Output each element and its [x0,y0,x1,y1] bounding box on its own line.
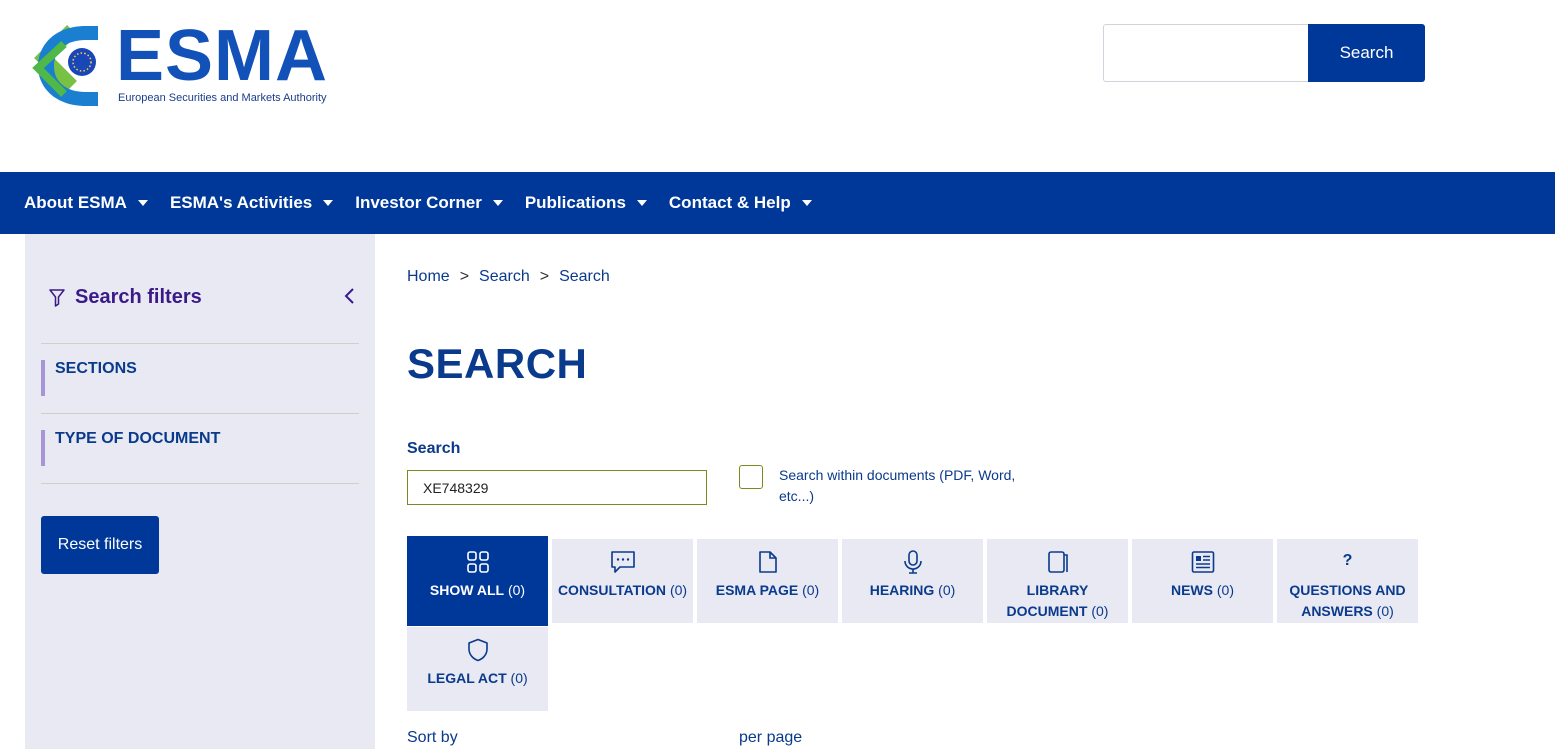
divider [41,483,359,484]
breadcrumb: Home > Search > Search [407,268,610,286]
tab-hearing[interactable]: HEARING (0) [842,539,983,623]
page-title: SEARCH [407,340,588,387]
tile-label: HEARING [869,582,935,598]
filter-section-label: TYPE OF DOCUMENT [55,430,221,447]
tile-count: (0) [1376,603,1394,619]
logo-wordmark: ESMA [116,16,329,96]
shield-icon [467,638,488,662]
tab-consultation[interactable]: CONSULTATION (0) [552,539,693,623]
tab-show-all[interactable]: SHOW ALL (0) [407,536,548,626]
site-header: ESMA European Securities and Markets Aut… [0,0,1555,172]
tile-label: SHOW ALL [429,582,505,598]
nav-item-esma-activities[interactable]: ESMA's Activities [169,193,334,213]
main-navigation: About ESMA ESMA's Activities Investor Co… [0,172,1555,234]
book-icon [1047,551,1068,573]
tile-count: (0) [1216,582,1234,598]
divider [41,343,359,344]
nav-item-label: Investor Corner [355,193,482,212]
microphone-icon [903,550,922,574]
question-icon: ? [1342,552,1353,569]
search-within-documents-checkbox[interactable] [739,465,763,489]
search-within-documents-label: Search within documents (PDF, Word, etc.… [779,467,1016,504]
filter-section-sections[interactable]: SECTIONS [41,360,359,396]
caret-down-icon [323,200,334,206]
grid-icon [466,551,489,573]
tab-esma-page[interactable]: ESMA PAGE (0) [697,539,838,623]
chevron-left-icon[interactable] [343,286,357,306]
sort-by-label: Sort by [407,729,458,746]
breadcrumb-search[interactable]: Search [479,268,530,286]
tile-count: (0) [1091,603,1109,619]
tile-label: NEWS [1170,582,1213,598]
chat-icon [610,551,635,573]
search-input[interactable]: XE748329 [407,470,707,505]
esma-logo-mark-icon [32,25,98,106]
tab-library-document[interactable]: LIBRARY DOCUMENT (0) [987,539,1128,623]
nav-item-about-esma[interactable]: About ESMA [24,193,148,213]
tile-label: LEGAL ACT [427,670,507,686]
breadcrumb-home[interactable]: Home [407,268,450,286]
tile-count: (0) [510,670,528,686]
per-page-label: per page [739,729,803,746]
search-filters-title: Search filters [75,286,202,308]
nav-item-label: Publications [524,193,626,212]
caret-down-icon [801,200,812,206]
filter-section-type-of-document[interactable]: TYPE OF DOCUMENT [41,430,359,466]
esma-logo[interactable]: ESMA European Securities and Markets Aut… [24,16,354,112]
tab-legal-act[interactable]: LEGAL ACT (0) [407,627,548,711]
header-search-input[interactable] [1103,24,1309,82]
filter-icon [49,288,65,307]
tile-count: (0) [669,582,688,598]
search-filters-sidebar: Search filters SECTIONS TYPE OF DOCUMENT… [25,234,375,749]
tile-count: (0) [802,582,820,598]
nav-item-label: Contact & Help [668,193,791,212]
breadcrumb-separator: > [539,268,550,285]
filter-section-label: SECTIONS [55,360,137,377]
search-field-label: Search [407,440,461,457]
tile-label: LIBRARY DOCUMENT [1006,582,1089,619]
reset-filters-button[interactable]: Reset filters [41,516,159,574]
nav-item-contact-help[interactable]: Contact & Help [669,193,812,213]
page-icon [758,551,777,573]
tile-count: (0) [507,582,526,598]
nav-item-label: About ESMA [24,193,127,212]
nav-item-investor-corner[interactable]: Investor Corner [355,193,503,213]
breadcrumb-separator: > [459,268,470,285]
search-filters-heading: Search filters [49,286,202,309]
caret-down-icon [636,200,647,206]
tile-label: CONSULTATION [557,582,667,598]
caret-down-icon [137,200,148,206]
tile-count: (0) [938,582,956,598]
divider [41,413,359,414]
nav-item-label: ESMA's Activities [169,193,313,212]
tile-label: ESMA PAGE [715,582,799,598]
tab-questions-and-answers[interactable]: ? QUESTIONS AND ANSWERS (0) [1277,539,1418,623]
logo-subtitle: European Securities and Markets Authorit… [118,92,327,104]
tab-news[interactable]: NEWS (0) [1132,539,1273,623]
header-search-button[interactable]: Search [1308,24,1425,82]
caret-down-icon [492,200,503,206]
newspaper-icon [1191,551,1214,573]
nav-item-publications[interactable]: Publications [525,193,647,213]
breadcrumb-current: Search [559,268,610,285]
